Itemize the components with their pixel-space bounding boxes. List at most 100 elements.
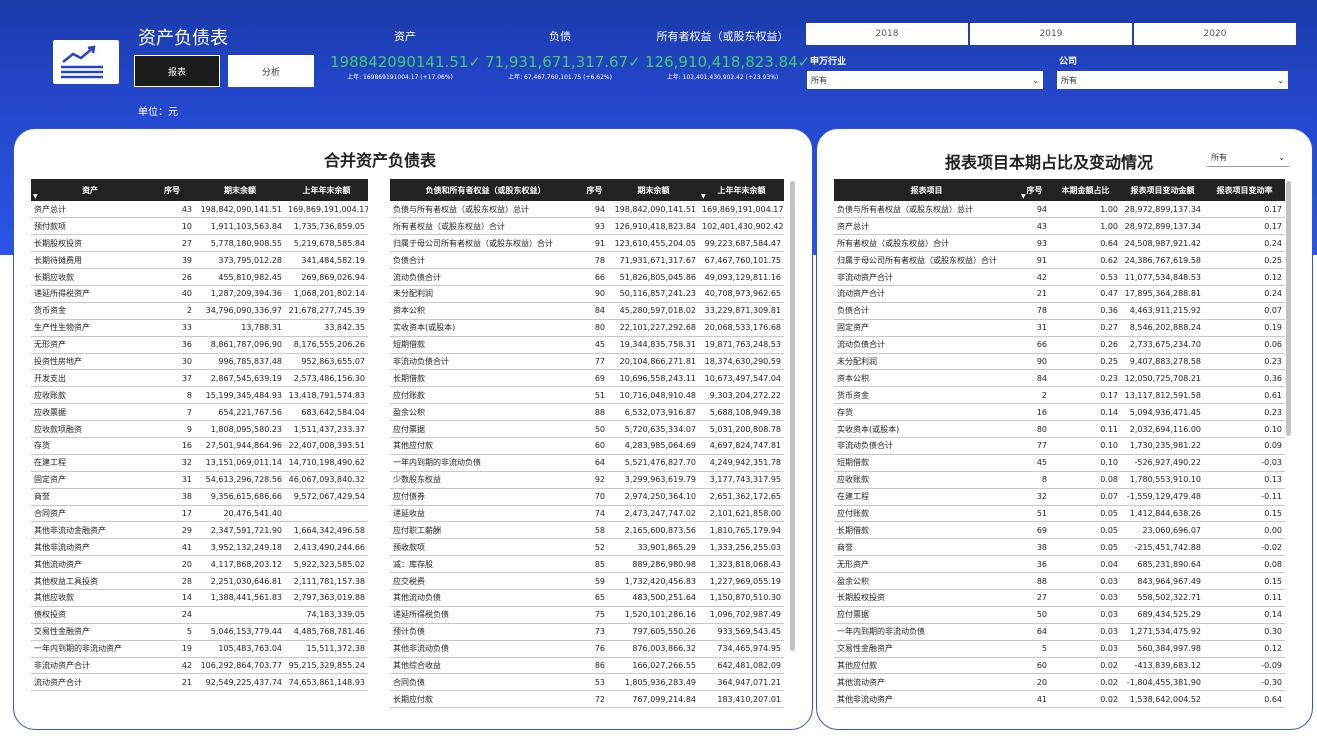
table-row[interactable]: 长期股权投资 27 0.03 558,502,322.71 0.11 bbox=[834, 589, 1285, 607]
ratio-select[interactable]: 所有 ⌄ bbox=[1207, 149, 1289, 167]
table-row[interactable]: 递延收益 74 2,473,247,747.02 2,101,621,858.00 bbox=[390, 505, 784, 523]
table-row[interactable]: 其他流动资产 20 0.02 -1,804,455,381.90 -0.30 bbox=[834, 673, 1285, 692]
table-row[interactable]: 应付债券 70 2,974,250,364.10 2,651,362,172.65 bbox=[390, 488, 784, 506]
ratio-table-wrap[interactable]: 报表项目 序号 ▼ 本期金额占比 报表项目变动金额 报表项目变动率 负债与所有者权益（或股东… bbox=[834, 179, 1285, 724]
column-header[interactable]: 报表项目 bbox=[834, 179, 1019, 201]
table-row[interactable]: 合同资产 17 20,476,541.40 bbox=[31, 505, 368, 523]
column-header[interactable]: 序号 bbox=[581, 179, 608, 201]
table-row[interactable]: 应付账款 51 0.05 1,412,844,638.26 0.15 bbox=[834, 505, 1285, 523]
table-row[interactable]: 流动负债合计 66 0.26 2,733,675,234.70 0.06 bbox=[834, 336, 1285, 354]
table-row[interactable]: 盈余公积 88 6,532,073,916.87 5,688,108,949.38 bbox=[390, 403, 784, 422]
table-row[interactable]: 预收款项 52 33,901,865.29 1,333,256,255.03 bbox=[390, 538, 784, 557]
table-row[interactable]: 交易性金融资产 5 5,046,153,779.44 4,485,768,781.46 bbox=[31, 623, 368, 641]
table-row[interactable]: 其他权益工具投资 28 2,251,030,646.81 2,111,781,157.… bbox=[31, 572, 368, 590]
table-row[interactable]: 未分配利润 90 50,116,857,241.23 40,708,973,962.6… bbox=[390, 285, 784, 303]
industry-select[interactable]: 所有 ⌄ bbox=[807, 71, 1043, 89]
table-row[interactable]: 实收资本(或股本) 80 0.11 2,032,694,116.00 0.10 bbox=[834, 420, 1285, 438]
table-row[interactable]: 长期借款 69 0.05 23,060,696.07 0.00 bbox=[834, 521, 1285, 540]
table-row[interactable]: 非流动负债合计 77 20,104,866,271.81 18,374,630,290… bbox=[390, 353, 784, 371]
table-row[interactable]: 存货 16 27,501,944,864.96 22,407,008,393.51 bbox=[31, 437, 368, 455]
table-row[interactable]: 归属于母公司所有者权益（或股东权益）合计 91 0.62 24,386,767,619… bbox=[834, 251, 1285, 270]
table-row[interactable]: 短期借款 45 19,344,835,758.31 19,871,763,248.53 bbox=[390, 336, 784, 354]
table-row[interactable]: 交易性金融资产 5 0.03 560,384,997.98 0.12 bbox=[834, 640, 1285, 658]
table-row[interactable]: 未分配利润 90 0.25 9,407,883,278.58 0.23 bbox=[834, 353, 1285, 371]
table-row[interactable]: 应收账款 8 0.08 1,780,553,910.10 0.13 bbox=[834, 471, 1285, 489]
table-row[interactable]: 其他流动资产 20 4,117,868,203.12 5,922,323,585.02 bbox=[31, 555, 368, 574]
table-row[interactable]: 资产总计 43 1.00 28,972,899,137.34 0.17 bbox=[834, 217, 1285, 236]
table-row[interactable]: 递延所得税资产 40 1,287,209,394.36 1,068,201,802.1… bbox=[31, 285, 368, 303]
table-row[interactable]: 应付职工薪酬 58 2,165,600,873.56 1,810,765,179.94 bbox=[390, 521, 784, 540]
table-row[interactable]: 应收账款 8 15,199,345,484.93 13,418,791,574.83 bbox=[31, 386, 368, 405]
table-row[interactable]: 商誉 38 9,356,615,686.66 9,572,067,429.54 bbox=[31, 488, 368, 506]
table-row[interactable]: 一年内到期的非流动负债 64 5,521,476,827.70 4,249,942,3… bbox=[390, 454, 784, 472]
column-header[interactable]: 上年年末余额 ▼ bbox=[699, 179, 784, 201]
table-row[interactable]: 其他非流动资产 41 3,952,132,249.18 2,413,490,244.6… bbox=[31, 538, 368, 557]
table-row[interactable]: 应付账款 51 10,716,048,910.48 9,303,204,272.22 bbox=[390, 386, 784, 405]
table-row[interactable]: 所有者权益（或股东权益）合计 93 0.64 24,508,987,921.42 0.2… bbox=[834, 234, 1285, 253]
table-row[interactable]: 实收资本(或股本) 80 22,101,227,292.68 20,068,533,1… bbox=[390, 319, 784, 337]
sort-desc-icon[interactable]: ▼ bbox=[33, 193, 38, 200]
table-row[interactable]: 其他非流动负债 76 876,003,866.32 734,465,974.95 bbox=[390, 640, 784, 658]
year-button-2019[interactable]: 2019 bbox=[970, 23, 1132, 45]
sort-desc-icon[interactable]: ▼ bbox=[701, 193, 706, 200]
table-row[interactable]: 所有者权益（或股东权益）合计 93 126,910,418,823.84 102,40… bbox=[390, 217, 784, 236]
table-row[interactable]: 债权投资 24 74,183,339.05 bbox=[31, 606, 368, 624]
table-row[interactable]: 存货 16 0.14 5,094,936,471.45 0.23 bbox=[834, 403, 1285, 422]
report-button[interactable]: 报表 bbox=[134, 55, 220, 87]
table-row[interactable]: 资产总计 43 198,842,090,141.51 169,869,191,004.… bbox=[31, 201, 368, 219]
table-row[interactable]: 负债与所有者权益（或股东权益）总计 94 1.00 28,972,899,137.34… bbox=[834, 201, 1285, 219]
table-row[interactable]: 短期借款 45 0.10 -526,927,490.22 -0.03 bbox=[834, 454, 1285, 472]
table-row[interactable]: 应付票据 50 5,720,635,334.07 5,031,200,808.78 bbox=[390, 420, 784, 438]
table-row[interactable]: 其他非流动资产 41 0.02 1,538,642,004.52 0.64 bbox=[834, 690, 1285, 709]
table-row[interactable]: 投资性房地产 30 996,785,837.48 952,863,655.07 bbox=[31, 353, 368, 371]
table-row[interactable]: 归属于母公司所有者权益（或股东权益）合计 91 123,610,455,204.05… bbox=[390, 234, 784, 253]
table-row[interactable]: 商誉 38 0.05 -215,451,742.88 -0.02 bbox=[834, 538, 1285, 557]
table-row[interactable]: 长期应付款 72 767,099,214.84 183,410,207.01 bbox=[390, 690, 784, 709]
column-header[interactable]: 报表项目变动率 bbox=[1204, 179, 1285, 201]
column-header[interactable]: 报表项目变动金额 bbox=[1121, 179, 1204, 201]
table-row[interactable]: 货币资金 2 0.17 13,117,812,591.58 0.61 bbox=[834, 386, 1285, 405]
table-row[interactable]: 预付款项 10 1,911,103,563.84 1,735,736,859.05 bbox=[31, 217, 368, 236]
table-row[interactable]: 流动资产合计 21 92,549,225,437.74 74,653,861,148.… bbox=[31, 673, 368, 692]
column-header[interactable]: 序号 bbox=[149, 179, 195, 201]
table-row[interactable]: 递延所得税负债 75 1,520,101,286.16 1,096,702,987.4… bbox=[390, 606, 784, 624]
column-header[interactable]: 上年年末余额 bbox=[285, 179, 368, 201]
column-header[interactable]: 期末余额 bbox=[608, 179, 699, 201]
table-row[interactable]: 固定资产 31 54,613,296,728.56 46,067,093,840.32 bbox=[31, 471, 368, 489]
table-row[interactable]: 一年内到期的非流动资产 19 105,483,763.04 15,511,372.38 bbox=[31, 640, 368, 658]
scrollbar[interactable] bbox=[1286, 181, 1291, 436]
table-row[interactable]: 盈余公积 88 0.03 843,964,967.49 0.15 bbox=[834, 572, 1285, 590]
table-row[interactable]: 在建工程 32 13,151,069,011.14 14,710,198,490.62 bbox=[31, 454, 368, 472]
liab-table-wrap[interactable]: 负债和所有者权益（或股东权益） 序号 期末余额 上年年末余额 ▼ 负债与所有者权益（或股东… bbox=[390, 179, 784, 719]
table-row[interactable]: 流动负债合计 66 51,826,805,045.86 49,093,129,811.… bbox=[390, 268, 784, 286]
year-button-2020[interactable]: 2020 bbox=[1134, 23, 1296, 45]
table-row[interactable]: 货币资金 2 34,796,090,336.97 21,678,277,745.39 bbox=[31, 302, 368, 320]
table-row[interactable]: 应收票据 7 654,221,767.56 683,642,584.04 bbox=[31, 403, 368, 422]
column-header[interactable]: 本期金额占比 bbox=[1050, 179, 1121, 201]
table-row[interactable]: 应收款项融资 9 1,808,095,580.23 1,511,437,233.37 bbox=[31, 420, 368, 438]
column-header[interactable]: 期末余额 bbox=[195, 179, 285, 201]
column-header[interactable]: 负债和所有者权益（或股东权益） bbox=[390, 179, 581, 201]
analysis-button[interactable]: 分析 bbox=[228, 55, 314, 87]
table-row[interactable]: 应付票据 50 0.03 689,434,525.29 0.14 bbox=[834, 606, 1285, 624]
table-row[interactable]: 合同负债 53 1,805,936,283.49 364,947,071.21 bbox=[390, 673, 784, 692]
table-row[interactable]: 预计负债 73 797,605,550.26 933,569,543.45 bbox=[390, 623, 784, 641]
table-row[interactable]: 其他综合收益 86 166,027,266.55 642,481,082.09 bbox=[390, 657, 784, 675]
table-row[interactable]: 非流动资产合计 42 106,292,864,703.77 95,215,329,85… bbox=[31, 657, 368, 675]
column-header[interactable]: 序号 ▼ bbox=[1019, 179, 1050, 201]
table-row[interactable]: 开发支出 37 2,867,545,639.19 2,573,486,156.30 bbox=[31, 369, 368, 388]
table-row[interactable]: 长期应收款 26 455,810,982.45 269,869,026.94 bbox=[31, 268, 368, 286]
table-row[interactable]: 长期股权投资 27 5,778,180,908.55 5,219,678,585.84 bbox=[31, 234, 368, 253]
table-row[interactable]: 资本公积 84 0.23 12,050,725,708.21 0.36 bbox=[834, 369, 1285, 388]
table-row[interactable]: 负债合计 78 71,931,671,317.67 67,467,760,101.75 bbox=[390, 251, 784, 270]
table-row[interactable]: 长期借款 69 10,696,558,243.11 10,673,497,547.04 bbox=[390, 369, 784, 388]
table-row[interactable]: 其他应收款 14 1,388,441,561.83 2,797,363,019.88 bbox=[31, 589, 368, 607]
table-row[interactable]: 减：库存股 85 889,286,980.98 1,323,818,068.43 bbox=[390, 555, 784, 574]
table-row[interactable]: 无形资产 36 0.04 685,231,890.64 0.08 bbox=[834, 555, 1285, 574]
table-row[interactable]: 其他非流动金融资产 29 2,347,591,721.90 1,664,342,496… bbox=[31, 521, 368, 540]
column-header[interactable]: 资产 ▼ bbox=[31, 179, 149, 201]
table-row[interactable]: 非流动负债合计 77 0.10 1,730,235,981.22 0.09 bbox=[834, 437, 1285, 455]
table-row[interactable]: 负债与所有者权益（或股东权益）总计 94 198,842,090,141.51 169… bbox=[390, 201, 784, 219]
table-row[interactable]: 负债合计 78 0.36 4,463,911,215.92 0.07 bbox=[834, 302, 1285, 320]
company-select[interactable]: 所有 ⌄ bbox=[1057, 71, 1288, 89]
